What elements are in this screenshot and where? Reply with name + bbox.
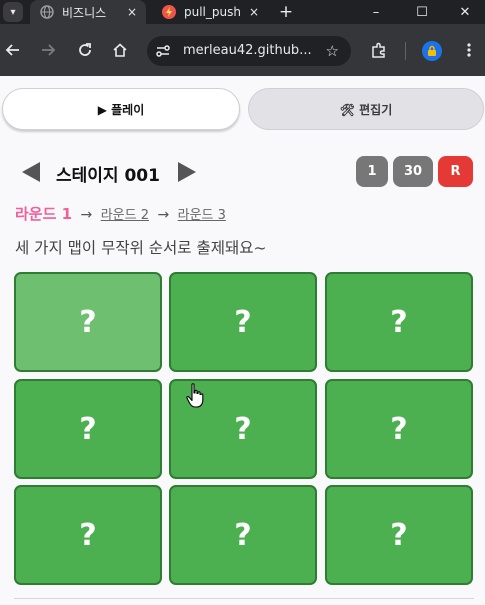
home-button[interactable] (109, 39, 131, 61)
round-arrow: → (157, 207, 170, 223)
stage-description: 세 가지 맵이 무작위 순서로 출제돼요~ (15, 239, 267, 257)
browser-tab-active[interactable]: 비즈니스 × (30, 0, 146, 24)
stage-title: 스테이지 001 (56, 166, 160, 186)
extensions-button[interactable] (368, 39, 390, 61)
close-tab-icon[interactable]: × (124, 5, 140, 19)
puzzle-icon (372, 42, 385, 58)
maximize-button[interactable]: ☐ (399, 0, 445, 24)
minimize-button[interactable]: – (353, 0, 399, 24)
profile-lock-icon[interactable] (422, 41, 442, 61)
grid-card[interactable]: ? (14, 485, 162, 585)
kebab-menu-icon (467, 43, 471, 57)
hand-pointer-cursor-icon (186, 383, 204, 408)
grid-card[interactable]: ? (325, 485, 473, 585)
grid-card[interactable]: ? (169, 485, 317, 585)
tab-search-button[interactable]: ▾ (0, 0, 26, 24)
previous-stage-arrow-icon[interactable] (22, 162, 40, 182)
address-bar[interactable]: merleau42.github... ☆ (147, 36, 351, 66)
arrow-right-icon (42, 44, 56, 56)
round-count-pill[interactable]: 1 (356, 156, 388, 187)
next-stage-arrow-icon[interactable] (178, 162, 196, 182)
reload-button[interactable] (74, 39, 96, 61)
round-link[interactable]: 라운드 3 (178, 208, 226, 223)
arrow-left-icon (5, 44, 19, 56)
globe-icon (40, 5, 54, 19)
browser-tab-strip: ▾ 비즈니스 × pull_push × + – ☐ ✕ (0, 0, 485, 24)
back-button[interactable] (2, 39, 24, 61)
site-info-icon[interactable] (155, 43, 171, 59)
stage-header: 스테이지 001 1 30 R (14, 156, 474, 188)
close-tab-icon[interactable]: × (246, 5, 262, 19)
tab-title: 비즈니스 (62, 5, 107, 20)
chevron-down-icon: ▾ (3, 2, 23, 22)
toolbar-divider (405, 42, 406, 60)
tab-title: pull_push (184, 5, 241, 19)
browser-menu-button[interactable] (458, 39, 480, 61)
forward-button[interactable] (37, 39, 59, 61)
grid-card[interactable]: ? (14, 272, 162, 372)
reload-icon (79, 43, 91, 56)
new-tab-button[interactable]: + (276, 0, 296, 24)
current-round-label: 라운드 1 (15, 205, 73, 223)
bottom-divider (14, 598, 474, 599)
home-icon (113, 43, 127, 57)
bookmark-star-icon[interactable]: ☆ (326, 42, 339, 60)
round-link[interactable]: 라운드 2 (101, 208, 149, 223)
editor-mode-button[interactable]: 🛠 편집기 (248, 88, 484, 130)
round-arrow: → (80, 207, 93, 223)
browser-toolbar: merleau42.github... ☆ (0, 24, 485, 76)
grid-card[interactable]: ? (325, 272, 473, 372)
grid-card[interactable]: ? (14, 379, 162, 479)
browser-tab[interactable]: pull_push × (152, 0, 268, 24)
timer-pill[interactable]: 30 (393, 156, 433, 187)
grid-card[interactable]: ? (325, 379, 473, 479)
round-progress: 라운드 1 → 라운드 2 → 라운드 3 (15, 203, 226, 224)
play-mode-button[interactable]: ▶ 플레이 (2, 88, 240, 130)
lightning-icon (162, 5, 176, 19)
url-text: merleau42.github... (183, 43, 312, 58)
reset-button[interactable]: R (438, 156, 473, 187)
close-window-button[interactable]: ✕ (445, 0, 485, 24)
grid-card[interactable]: ? (169, 272, 317, 372)
